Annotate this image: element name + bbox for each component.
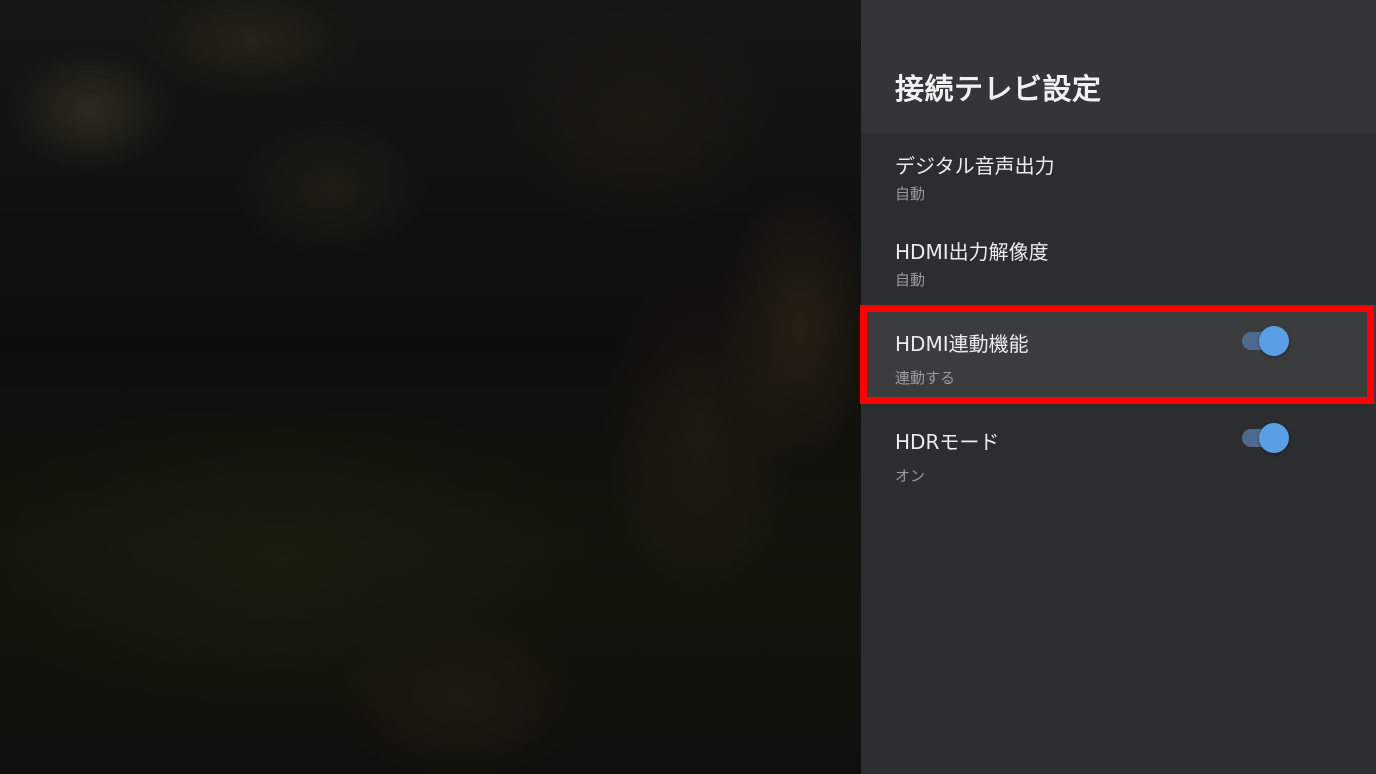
hdr-mode-toggle[interactable] [1242, 423, 1290, 453]
setting-value: 連動する [895, 369, 956, 387]
setting-hdr-mode[interactable]: HDRモード オン [861, 404, 1376, 500]
setting-hdmi-cec[interactable]: HDMI連動機能 連動する [860, 305, 1376, 404]
settings-panel: 接続テレビ設定 デジタル音声出力 自動 HDMI出力解像度 自動 HDMI連動機… [860, 0, 1376, 774]
setting-value: 自動 [895, 185, 926, 203]
toggle-knob [1259, 423, 1289, 453]
hdmi-cec-toggle[interactable] [1242, 326, 1290, 356]
setting-label: HDMI連動機能 [895, 332, 1029, 356]
background-dim-overlay [0, 0, 861, 774]
setting-hdmi-output-resolution[interactable]: HDMI出力解像度 自動 [861, 219, 1376, 305]
setting-digital-audio-output[interactable]: デジタル音声出力 自動 [861, 133, 1376, 219]
setting-label: HDRモード [895, 430, 1000, 454]
tv-settings-screen: 接続テレビ設定 デジタル音声出力 自動 HDMI出力解像度 自動 HDMI連動機… [0, 0, 1376, 774]
setting-value: オン [895, 467, 926, 485]
toggle-knob [1259, 326, 1289, 356]
background-photo [0, 0, 861, 774]
setting-value: 自動 [895, 271, 926, 289]
panel-title: 接続テレビ設定 [895, 72, 1102, 106]
setting-label: デジタル音声出力 [895, 154, 1055, 178]
setting-label: HDMI出力解像度 [895, 240, 1049, 264]
